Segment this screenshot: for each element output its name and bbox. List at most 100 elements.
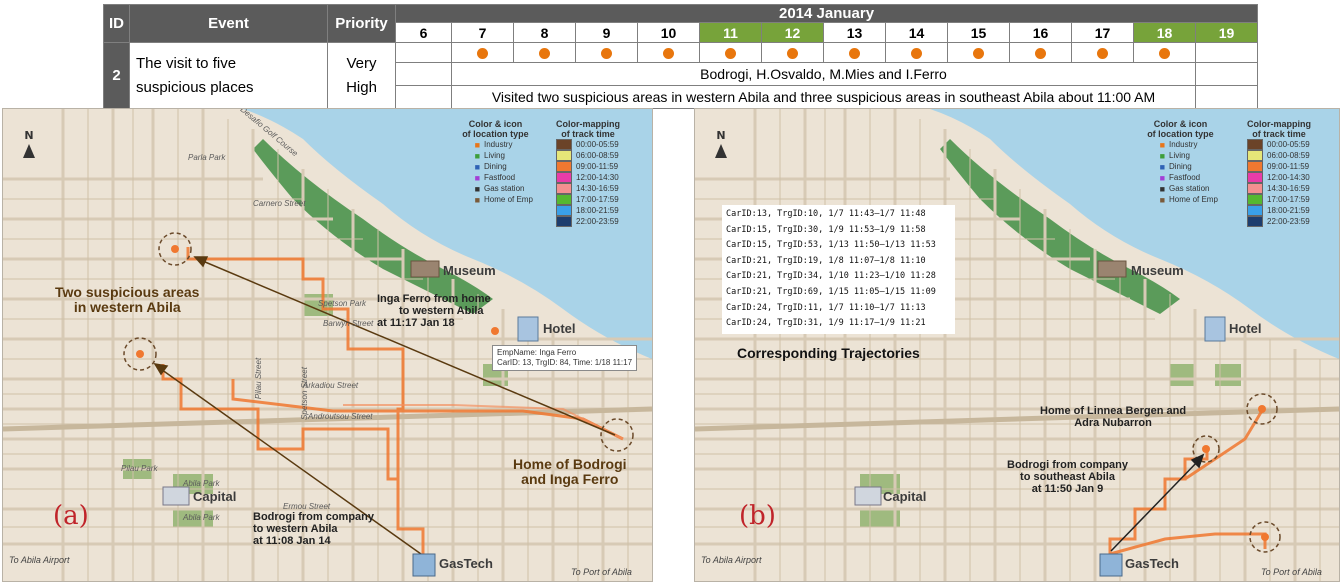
legend-time-label: 18:00-21:59 bbox=[1267, 206, 1310, 215]
visit-cell bbox=[575, 42, 638, 63]
visit-cell bbox=[451, 42, 514, 63]
day-header-cell: 17 bbox=[1071, 22, 1134, 43]
legend-location-row: ■ Gas station bbox=[1143, 183, 1218, 194]
legend-time-label: 14:30-16:59 bbox=[576, 184, 619, 193]
trajectory-paths bbox=[1108, 408, 1267, 559]
visit-cell bbox=[395, 42, 452, 63]
dining-icon: ■ bbox=[474, 161, 480, 172]
visit-cell bbox=[761, 42, 824, 63]
legend-time-row: 06:00-08:59 bbox=[556, 150, 620, 161]
trajectory-item[interactable]: CarID:24, TrgID:11, 1/7 11:10—1/7 11:13 bbox=[726, 301, 951, 317]
trajectory-item[interactable]: CarID:15, TrgID:30, 1/9 11:53—1/9 11:58 bbox=[726, 223, 951, 239]
capital-label: Capital bbox=[883, 489, 927, 504]
trajectory-item[interactable]: CarID:21, TrgID:19, 1/8 11:07—1/8 11:10 bbox=[726, 254, 951, 270]
legend-location-row: ■ Gas station bbox=[458, 183, 533, 194]
visit-cell bbox=[885, 42, 948, 63]
day-header-cell: 18 bbox=[1133, 22, 1196, 43]
north-indicator: N bbox=[711, 129, 731, 158]
map-panel-a[interactable]: N Color & icon of location type ■ Industry… bbox=[2, 108, 653, 582]
fastfood-icon: ■ bbox=[474, 172, 480, 183]
day-header-cell: 7 bbox=[451, 22, 514, 43]
hotel-building bbox=[517, 316, 539, 342]
legend-time-label: 09:00-11:59 bbox=[1267, 162, 1310, 171]
trajectory-item[interactable]: CarID:24, TrgID:31, 1/9 11:17—1/9 11:21 bbox=[726, 316, 951, 332]
street-label: Barwyn Street bbox=[323, 319, 374, 328]
trajectory-item[interactable]: CarID:21, TrgID:69, 1/15 11:05—1/15 11:0… bbox=[726, 285, 951, 301]
row-priority: Very High bbox=[327, 42, 396, 109]
header-priority: Priority bbox=[327, 4, 396, 43]
capital-building bbox=[162, 486, 190, 506]
legend-location-title: Color & icon of location type bbox=[1147, 119, 1214, 139]
hotel-label: Hotel bbox=[543, 321, 576, 336]
legend-time-label: 09:00-11:59 bbox=[576, 162, 619, 171]
museum-building bbox=[1097, 260, 1127, 278]
dining-icon: ■ bbox=[1159, 161, 1165, 172]
hotel-label: Hotel bbox=[1229, 321, 1262, 336]
fastfood-icon: ■ bbox=[1159, 172, 1165, 183]
legend-location-label: Home of Emp bbox=[484, 195, 533, 204]
legend-location-row: ■ Fastfood bbox=[458, 172, 533, 183]
trajectory-item[interactable]: CarID:13, TrgID:10, 1/7 11:43—1/7 11:48 bbox=[726, 207, 951, 223]
visit-cell bbox=[1194, 42, 1259, 63]
legend-time-row: 09:00-11:59 bbox=[556, 161, 620, 172]
visit-cell bbox=[637, 42, 700, 63]
trajectory-item[interactable]: CarID:15, TrgID:53, 1/13 11:50—1/13 11:5… bbox=[726, 238, 951, 254]
legend-time-label: 00:00-05:59 bbox=[1267, 140, 1310, 149]
legend-time-label: 17:00-17:59 bbox=[1267, 195, 1310, 204]
legend-color-swatch bbox=[1247, 216, 1263, 227]
legend-time-label: 22:00-23:59 bbox=[1267, 217, 1310, 226]
gastech-building bbox=[1099, 553, 1123, 577]
map-panel-b[interactable]: N Color & icon of location type ■ Industry… bbox=[694, 108, 1340, 582]
legend-time-row: 22:00-23:59 bbox=[1247, 216, 1311, 227]
legend-time-row: 00:00-05:59 bbox=[556, 139, 620, 150]
legend-location-label: Industry bbox=[1169, 140, 1198, 149]
legend-color-swatch bbox=[556, 216, 572, 227]
visit-dot bbox=[1159, 48, 1170, 60]
inga-ferro-annotation: Inga Ferro from home to western Abila at… bbox=[377, 293, 491, 329]
linnea-home-annotation: Home of Linnea Bergen and Adra Nubarron bbox=[1040, 405, 1187, 429]
row-priority-line2: High bbox=[346, 78, 377, 96]
legend-time-label: 12:00-14:30 bbox=[576, 173, 619, 182]
port-label: To Port of Abila bbox=[571, 567, 632, 577]
legend-time-title: Color-mapping of track time bbox=[556, 119, 620, 139]
legend-color-swatch bbox=[1247, 139, 1263, 150]
legend-location-label: Dining bbox=[484, 162, 507, 171]
legend-location-title: Color & icon of location type bbox=[462, 119, 529, 139]
legend-location-label: Fastfood bbox=[484, 173, 516, 182]
north-label: N bbox=[24, 129, 34, 142]
street-label: Pilau Street bbox=[254, 357, 264, 400]
header-id: ID bbox=[103, 4, 130, 43]
legend-time-row: 17:00-17:59 bbox=[556, 194, 620, 205]
visit-cell bbox=[1071, 42, 1134, 63]
legend-time-label: 00:00-05:59 bbox=[576, 140, 619, 149]
museum-label: Museum bbox=[443, 263, 496, 278]
row-event-line2: suspicious places bbox=[136, 78, 254, 96]
shopping-icon: ■ bbox=[474, 150, 480, 161]
legend-location-label: Home of Emp bbox=[1169, 195, 1218, 204]
row-event: The visit to five suspicious places bbox=[129, 42, 328, 109]
suspicious-area-dot bbox=[1258, 405, 1266, 413]
bodrogi-annotation: Bodrogi from company to southeast Abila at… bbox=[1007, 459, 1129, 495]
legend-location-row: ■ Living bbox=[458, 150, 533, 161]
legend-location-row: ■ Fastfood bbox=[1143, 172, 1218, 183]
factory-icon: ■ bbox=[474, 139, 480, 150]
day-header-cell: 11 bbox=[699, 22, 762, 43]
legend-location-label: Living bbox=[484, 151, 505, 160]
legend-color-swatch bbox=[556, 183, 572, 194]
park-label: Spetson Park bbox=[318, 299, 367, 308]
row-people: Bodrogi, H.Osvaldo, M.Mies and I.Ferro bbox=[451, 62, 1196, 86]
home-icon: ■ bbox=[1159, 194, 1165, 205]
trajectory-item[interactable]: CarID:21, TrgID:34, 1/10 11:23—1/10 11:2… bbox=[726, 269, 951, 285]
day-header-cell: 14 bbox=[885, 22, 948, 43]
legend-time-row: 12:00-14:30 bbox=[556, 172, 620, 183]
legend-color-swatch bbox=[1247, 150, 1263, 161]
panel-tag-a: (a) bbox=[53, 501, 89, 531]
legend-time-label: 22:00-23:59 bbox=[576, 217, 619, 226]
legend-time-label: 06:00-08:59 bbox=[576, 151, 619, 160]
legend-location-rows: ■ Industry ■ Living ■ Dining ■ Fastfood ■ Gas sta… bbox=[1143, 139, 1218, 205]
capital-building bbox=[854, 486, 882, 506]
panel-tag-b: (b) bbox=[739, 501, 776, 531]
visit-cell bbox=[513, 42, 576, 63]
factory-icon: ■ bbox=[1159, 139, 1165, 150]
legend-location-row: ■ Industry bbox=[458, 139, 533, 150]
